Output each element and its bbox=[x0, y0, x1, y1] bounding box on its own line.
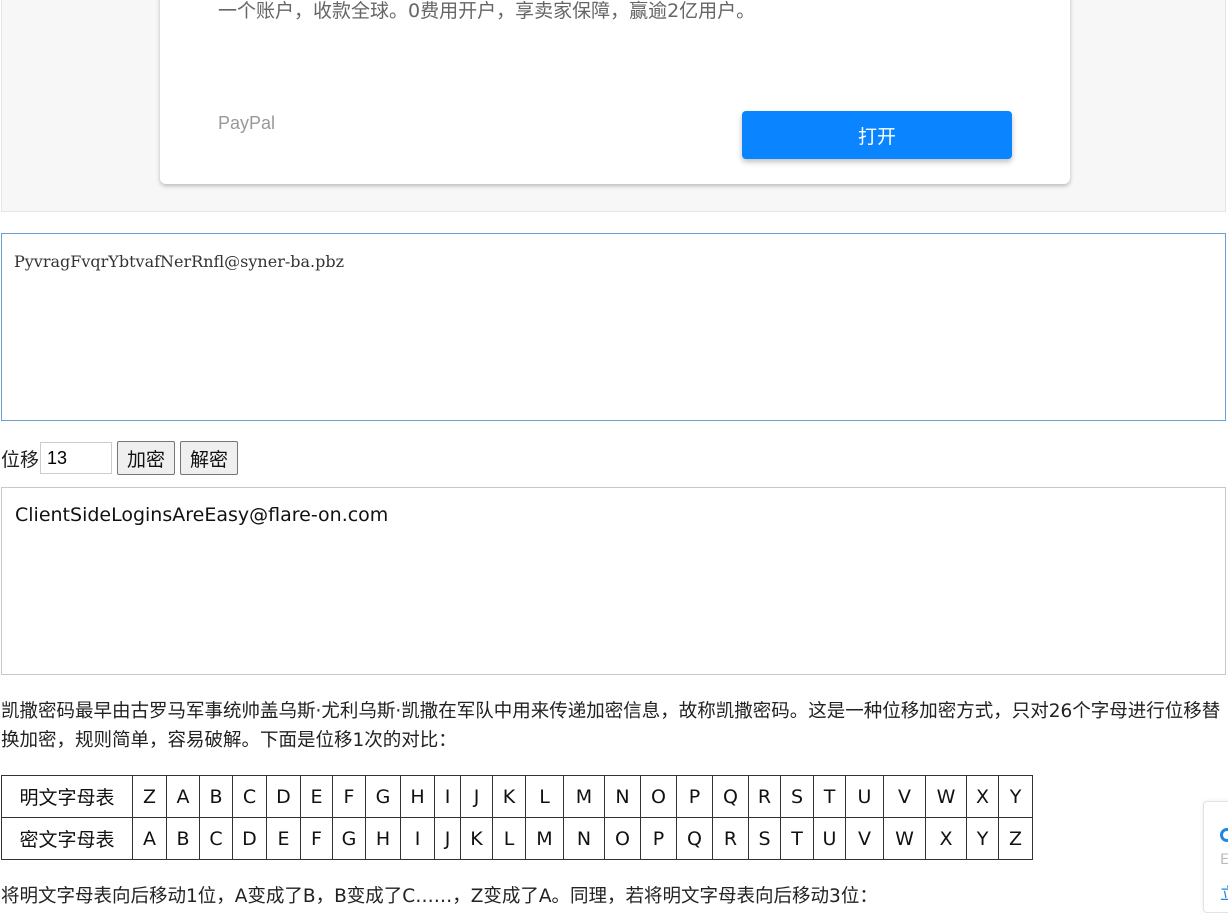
plain-letter-cell: O bbox=[640, 775, 677, 818]
plain-letter-cell: F bbox=[332, 775, 366, 818]
cipher-alphabet-row: 密文字母表 ABCDEFGHIJKLMNOPQRSTUVWXYZ bbox=[1, 817, 1033, 860]
cipher-letter-cell: M bbox=[525, 817, 564, 860]
plain-letter-cell: T bbox=[813, 775, 846, 818]
cipher-controls: 位移 加密 解密 bbox=[1, 441, 239, 475]
plain-letter-cell: C bbox=[232, 775, 267, 818]
cipher-letter-cell: Z bbox=[998, 817, 1033, 860]
cipher-input[interactable]: PyvragFvqrYbtvafNerRnfl@syner-ba.pbz bbox=[1, 233, 1226, 421]
plain-letter-cell: K bbox=[492, 775, 526, 818]
shift-label: 位移 bbox=[1, 448, 40, 471]
cipher-letter-cell: E bbox=[266, 817, 301, 860]
plain-letter-cell: A bbox=[166, 775, 200, 818]
plain-letter-cell: W bbox=[925, 775, 967, 818]
decrypt-button[interactable]: 解密 bbox=[180, 441, 239, 475]
plain-letter-cell: Z bbox=[132, 775, 167, 818]
ad-description: 一个账户，收款全球。0费用开户，享卖家保障，赢逾2亿用户。 bbox=[218, 0, 756, 22]
plain-letter-cell: U bbox=[845, 775, 884, 818]
plain-letter-cell: E bbox=[300, 775, 333, 818]
plain-letter-cell: S bbox=[780, 775, 814, 818]
cipher-letter-cell: S bbox=[748, 817, 781, 860]
caesar-shift-paragraph: 将明文字母表向后移动1位，A变成了B，B变成了C……，Z变成了A。同理，若将明文… bbox=[1, 886, 878, 907]
plain-letter-cell: V bbox=[883, 775, 926, 818]
plain-letter-cell: P bbox=[676, 775, 713, 818]
cipher-letter-cell: G bbox=[332, 817, 366, 860]
ad-container: 一个账户，收款全球。0费用开户，享卖家保障，赢逾2亿用户。 PayPal 打开 bbox=[1, 0, 1226, 212]
plain-letter-cell: L bbox=[525, 775, 564, 818]
cipher-letter-cell: N bbox=[563, 817, 605, 860]
side-float-widget[interactable]: E 立 bbox=[1203, 801, 1228, 913]
cipher-letter-cell: F bbox=[300, 817, 333, 860]
plain-letter-cell: Q bbox=[712, 775, 749, 818]
plain-alphabet-row: 明文字母表 ZABCDEFGHIJKLMNOPQRSTUVWXY bbox=[1, 775, 1033, 818]
cipher-letter-cell: P bbox=[640, 817, 677, 860]
cipher-letter-cell: C bbox=[199, 817, 233, 860]
ad-open-button[interactable]: 打开 bbox=[742, 111, 1012, 159]
plain-letter-cell: B bbox=[199, 775, 233, 818]
plain-letter-cell: J bbox=[460, 775, 493, 818]
side-widget-text: E bbox=[1220, 852, 1228, 868]
cipher-letter-cell: A bbox=[132, 817, 167, 860]
cipher-letter-cell: I bbox=[400, 817, 435, 860]
ad-card[interactable]: 一个账户，收款全球。0费用开户，享卖家保障，赢逾2亿用户。 PayPal 打开 bbox=[160, 0, 1070, 184]
cipher-letter-cell: V bbox=[845, 817, 884, 860]
cipher-output[interactable]: ClientSideLoginsAreEasy@flare-on.com bbox=[1, 487, 1226, 675]
ad-brand: PayPal bbox=[218, 113, 276, 133]
encrypt-button[interactable]: 加密 bbox=[117, 441, 176, 475]
cipher-letter-cell: Q bbox=[676, 817, 713, 860]
plain-letter-cell: I bbox=[434, 775, 461, 818]
plain-letter-cell: R bbox=[748, 775, 781, 818]
alphabet-comparison-table: 明文字母表 ZABCDEFGHIJKLMNOPQRSTUVWXY 密文字母表 A… bbox=[1, 775, 1033, 860]
plain-letter-cell: Y bbox=[998, 775, 1033, 818]
plain-letter-cell: N bbox=[604, 775, 641, 818]
cipher-letter-cell: H bbox=[365, 817, 401, 860]
cipher-letter-cell: W bbox=[883, 817, 926, 860]
plain-alphabet-label: 明文字母表 bbox=[1, 775, 133, 818]
cipher-letter-cell: L bbox=[492, 817, 526, 860]
cipher-letter-cell: T bbox=[780, 817, 814, 860]
cipher-letter-cell: R bbox=[712, 817, 749, 860]
plain-letter-cell: M bbox=[563, 775, 605, 818]
caesar-intro-paragraph: 凯撒密码最早由古罗马军事统帅盖乌斯·尤利乌斯·凯撒在军队中用来传递加密信息，故称… bbox=[1, 701, 1221, 751]
plain-letter-cell: D bbox=[266, 775, 301, 818]
shift-input[interactable] bbox=[40, 442, 113, 474]
cipher-alphabet-label: 密文字母表 bbox=[1, 817, 133, 860]
plain-letter-cell: H bbox=[400, 775, 435, 818]
cipher-letter-cell: O bbox=[604, 817, 641, 860]
circle-icon bbox=[1220, 828, 1228, 842]
cipher-letter-cell: D bbox=[232, 817, 267, 860]
cipher-letter-cell: X bbox=[925, 817, 967, 860]
cipher-letter-cell: U bbox=[813, 817, 846, 860]
plain-letter-cell: X bbox=[966, 775, 999, 818]
cipher-letter-cell: Y bbox=[966, 817, 999, 860]
cipher-letter-cell: B bbox=[166, 817, 200, 860]
cipher-letter-cell: K bbox=[460, 817, 493, 860]
side-widget-link[interactable]: 立 bbox=[1220, 880, 1228, 904]
cipher-letter-cell: J bbox=[434, 817, 461, 860]
plain-letter-cell: G bbox=[365, 775, 401, 818]
